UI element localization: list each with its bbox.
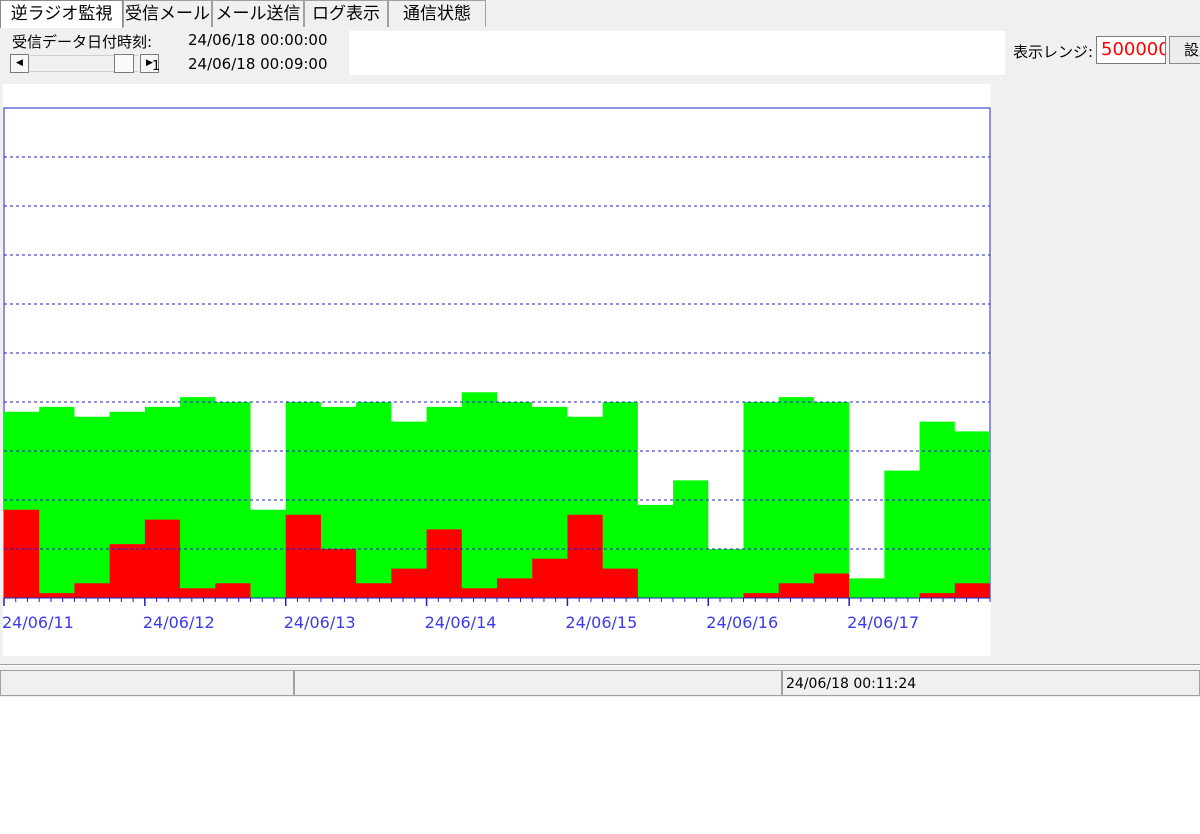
x-tick-label: 24/06/15	[565, 613, 637, 632]
x-tick-label: 24/06/13	[284, 613, 356, 632]
status-separator	[0, 664, 1200, 666]
x-tick-label: 24/06/14	[425, 613, 497, 632]
tab-reverse-radio-monitor[interactable]: 逆ラジオ監視	[0, 0, 123, 28]
status-cell-2	[294, 670, 782, 696]
tab-send-mail[interactable]: メール送信	[212, 0, 304, 27]
tab-received-mail[interactable]: 受信メール	[123, 0, 212, 27]
tab-bar: 逆ラジオ監視 受信メール メール送信 ログ表示 通信状態	[0, 0, 1200, 28]
status-timestamp: 24/06/18 00:11:24	[782, 670, 1200, 696]
message-area	[349, 31, 1005, 75]
x-tick-label: 24/06/17	[847, 613, 919, 632]
traffic-chart: 24/06/11 24/06/12 24/06/13 24/06/14 24/06/15…	[3, 84, 991, 656]
scroll-thumb[interactable]	[114, 54, 134, 73]
arrow-left-icon: ◀	[16, 58, 23, 68]
received-datetime-label: 受信データ日付時刻:	[12, 33, 153, 51]
tab-comm-status[interactable]: 通信状態	[388, 0, 486, 27]
app-window: 逆ラジオ監視 受信メール メール送信 ログ表示 通信状態 受信データ日付時刻: …	[0, 0, 1200, 697]
scroll-value: 1	[152, 59, 161, 74]
display-range-value: 500000	[1101, 39, 1166, 60]
chart-svg: 24/06/11 24/06/12 24/06/13 24/06/14 24/06/15…	[3, 107, 991, 632]
x-tick-label: 24/06/16	[706, 613, 778, 632]
range-set-button[interactable]: 設定	[1169, 36, 1200, 64]
display-range-label: 表示レンジ:	[1013, 43, 1094, 61]
x-tick-label: 24/06/12	[143, 613, 215, 632]
received-datetime-2: 24/06/18 00:09:00	[188, 55, 328, 73]
x-tick-label: 24/06/11	[3, 613, 74, 632]
status-cell-1	[0, 670, 294, 696]
record-scrollbar[interactable]: ◀ ▶	[10, 54, 159, 74]
received-datetime-1: 24/06/18 00:00:00	[188, 31, 328, 49]
display-range-input[interactable]: 500000	[1096, 36, 1166, 64]
tab-log-view[interactable]: ログ表示	[304, 0, 388, 27]
scroll-left-button[interactable]: ◀	[10, 54, 29, 73]
